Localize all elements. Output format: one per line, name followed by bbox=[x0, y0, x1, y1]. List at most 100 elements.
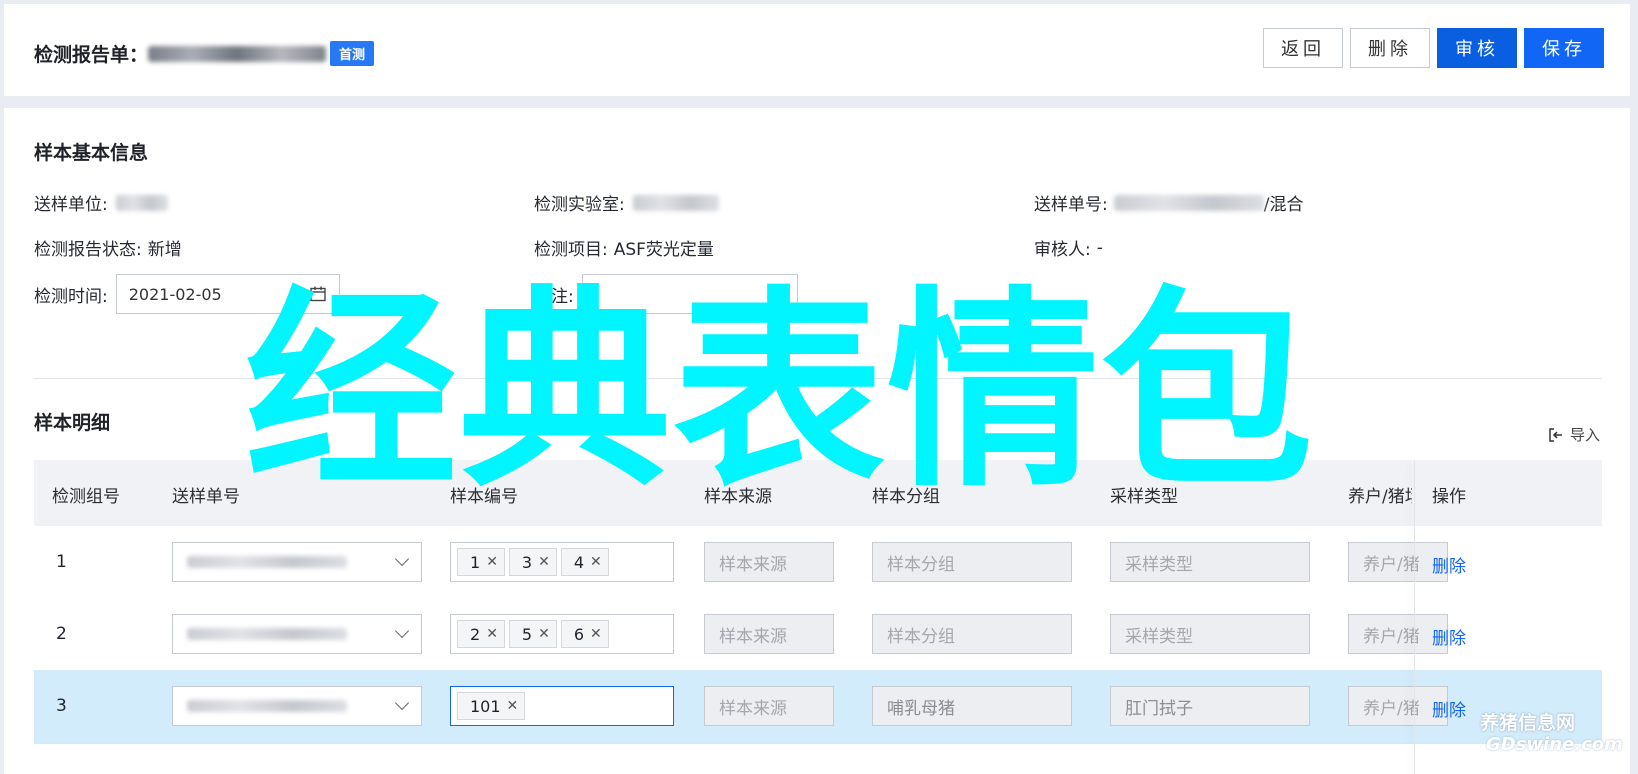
lab-value-redacted bbox=[632, 194, 719, 211]
source-input: 样本来源 bbox=[704, 614, 834, 654]
sample-group-input: 哺乳母猪 bbox=[872, 686, 1072, 726]
time-label: 检测时间: bbox=[34, 286, 108, 307]
main-panel: 样本基本信息 送样单位: 检测实验室: 送样单号: /混合 检测报告状态: 新增… bbox=[4, 108, 1630, 774]
sample-no-tag-input[interactable]: 1 ✕ 3 ✕ 4 ✕ bbox=[450, 542, 674, 582]
status-label: 检测报告状态: bbox=[34, 240, 142, 260]
table-row: 2 2 ✕ 5 ✕ 6 ✕ 样本来源 样本分组 采样类型 养户/猪 删除 bbox=[34, 598, 1602, 672]
send-unit-field: 送样单位: bbox=[34, 190, 168, 215]
table-row-selected: 3 101 ✕ 样本来源 哺乳母猪 肛门拭子 养户/猪 删除 bbox=[34, 670, 1602, 744]
reviewer-field: 审核人: - bbox=[1034, 235, 1103, 261]
col-group: 检测组号 bbox=[52, 487, 120, 507]
report-title-label: 检测报告单： bbox=[34, 44, 149, 66]
remark-input[interactable] bbox=[581, 274, 798, 314]
row-group-number: 2 bbox=[56, 624, 67, 644]
send-no-field: 送样单号: /混合 bbox=[1034, 190, 1303, 215]
col-sample-no: 样本编号 bbox=[450, 487, 518, 507]
sample-chip: 1 ✕ bbox=[457, 548, 505, 576]
col-sample-type: 采样类型 bbox=[1110, 487, 1178, 507]
section-divider bbox=[34, 378, 1602, 379]
sample-type-input: 采样类型 bbox=[1110, 542, 1310, 582]
date-value: 2021-02-05 bbox=[128, 284, 222, 304]
sample-type-input: 采样类型 bbox=[1110, 614, 1310, 654]
table-row: 1 1 ✕ 3 ✕ 4 ✕ 样本来源 样本分组 采样类型 养户/猪 删除 bbox=[34, 526, 1602, 600]
col-sample-group: 样本分组 bbox=[872, 487, 940, 507]
report-number-redacted bbox=[148, 45, 327, 62]
send-no-suffix: /混合 bbox=[1263, 195, 1304, 215]
report-title: 检测报告单： 首测 bbox=[34, 40, 375, 67]
reviewer-value: - bbox=[1096, 237, 1103, 258]
sample-chip: 6 ✕ bbox=[560, 620, 609, 648]
site-watermark: 养猪信息网 bbox=[1480, 712, 1576, 734]
send-unit-value-redacted bbox=[115, 194, 168, 211]
item-field: 检测项目: ASF荧光定量 bbox=[534, 235, 714, 260]
sample-type-input: 肛门拭子 bbox=[1110, 686, 1310, 726]
row-delete-link[interactable]: 删除 bbox=[1432, 552, 1466, 577]
col-source: 样本来源 bbox=[704, 487, 772, 507]
status-value: 新增 bbox=[147, 240, 182, 260]
chevron-down-icon bbox=[394, 623, 410, 639]
source-input: 样本来源 bbox=[704, 542, 834, 582]
sample-chip: 2 ✕ bbox=[457, 620, 505, 648]
lab-label: 检测实验室: bbox=[534, 195, 625, 215]
lab-field: 检测实验室: bbox=[534, 190, 719, 215]
col-send-no: 送样单号 bbox=[172, 487, 240, 507]
close-icon[interactable]: ✕ bbox=[590, 554, 602, 570]
sample-no-tag-input[interactable]: 101 ✕ bbox=[450, 686, 674, 726]
fixed-column-shadow bbox=[1414, 460, 1415, 774]
send-no-select-value-redacted bbox=[187, 700, 347, 712]
delete-button[interactable]: 删除 bbox=[1350, 28, 1430, 68]
send-no-select[interactable] bbox=[172, 686, 422, 726]
close-icon[interactable]: ✕ bbox=[507, 698, 519, 714]
row-group-number: 3 bbox=[56, 696, 67, 716]
sample-no-tag-input[interactable]: 2 ✕ 5 ✕ 6 ✕ bbox=[450, 614, 674, 654]
sample-chip: 5 ✕ bbox=[508, 620, 557, 648]
chevron-down-icon bbox=[394, 695, 410, 711]
date-picker[interactable]: 2021-02-05 bbox=[115, 274, 340, 314]
col-farm: 养户/猪场 bbox=[1348, 487, 1412, 507]
send-no-select[interactable] bbox=[172, 542, 422, 582]
back-button[interactable]: 返回 bbox=[1263, 28, 1343, 68]
remark-field: 备注: bbox=[534, 274, 798, 314]
close-icon[interactable]: ✕ bbox=[590, 626, 602, 642]
item-label: 检测项目: bbox=[534, 240, 608, 260]
report-header: 检测报告单： 首测 返回 删除 审核 保存 bbox=[4, 4, 1630, 96]
source-input: 样本来源 bbox=[704, 686, 834, 726]
close-icon[interactable]: ✕ bbox=[486, 626, 498, 642]
sample-chip: 3 ✕ bbox=[508, 548, 557, 576]
table-header: 检测组号 送样单号 样本编号 样本来源 样本分组 采样类型 养户/猪场 操作 bbox=[34, 460, 1602, 526]
import-icon bbox=[1549, 427, 1562, 442]
send-no-value-redacted bbox=[1113, 194, 1264, 211]
sample-group-input: 样本分组 bbox=[872, 614, 1072, 654]
close-icon[interactable]: ✕ bbox=[538, 626, 550, 642]
col-action: 操作 bbox=[1432, 487, 1466, 507]
first-test-badge: 首测 bbox=[330, 41, 375, 66]
send-no-label: 送样单号: bbox=[1034, 195, 1108, 215]
sample-chip: 4 ✕ bbox=[560, 548, 609, 576]
import-button[interactable]: 导入 bbox=[1548, 424, 1600, 445]
detail-title: 样本明细 bbox=[34, 412, 111, 434]
sample-chip: 101 ✕ bbox=[457, 692, 526, 720]
status-field: 检测报告状态: 新增 bbox=[34, 235, 182, 260]
close-icon[interactable]: ✕ bbox=[538, 554, 550, 570]
site-watermark-url: GDswine.com bbox=[1486, 734, 1623, 755]
reviewer-label: 审核人: bbox=[1034, 240, 1091, 260]
import-label: 导入 bbox=[1569, 426, 1600, 444]
send-unit-label: 送样单位: bbox=[34, 195, 108, 215]
remark-label: 备注: bbox=[534, 286, 574, 307]
row-delete-link[interactable]: 删除 bbox=[1432, 624, 1466, 649]
send-no-select-value-redacted bbox=[187, 628, 347, 640]
close-icon[interactable]: ✕ bbox=[486, 554, 498, 570]
send-no-select[interactable] bbox=[172, 614, 422, 654]
time-field: 检测时间: 2021-02-05 bbox=[34, 274, 340, 314]
save-button[interactable]: 保存 bbox=[1524, 28, 1604, 68]
send-no-select-value-redacted bbox=[187, 556, 347, 568]
calendar-icon bbox=[310, 286, 326, 302]
chevron-down-icon bbox=[394, 551, 410, 567]
review-button[interactable]: 审核 bbox=[1437, 28, 1517, 68]
row-group-number: 1 bbox=[56, 552, 67, 572]
header-actions: 返回 删除 审核 保存 bbox=[1263, 28, 1604, 68]
basic-info-title: 样本基本信息 bbox=[34, 142, 149, 164]
item-value: ASF荧光定量 bbox=[613, 240, 714, 260]
sample-group-input: 样本分组 bbox=[872, 542, 1072, 582]
row-delete-link[interactable]: 删除 bbox=[1432, 696, 1466, 721]
